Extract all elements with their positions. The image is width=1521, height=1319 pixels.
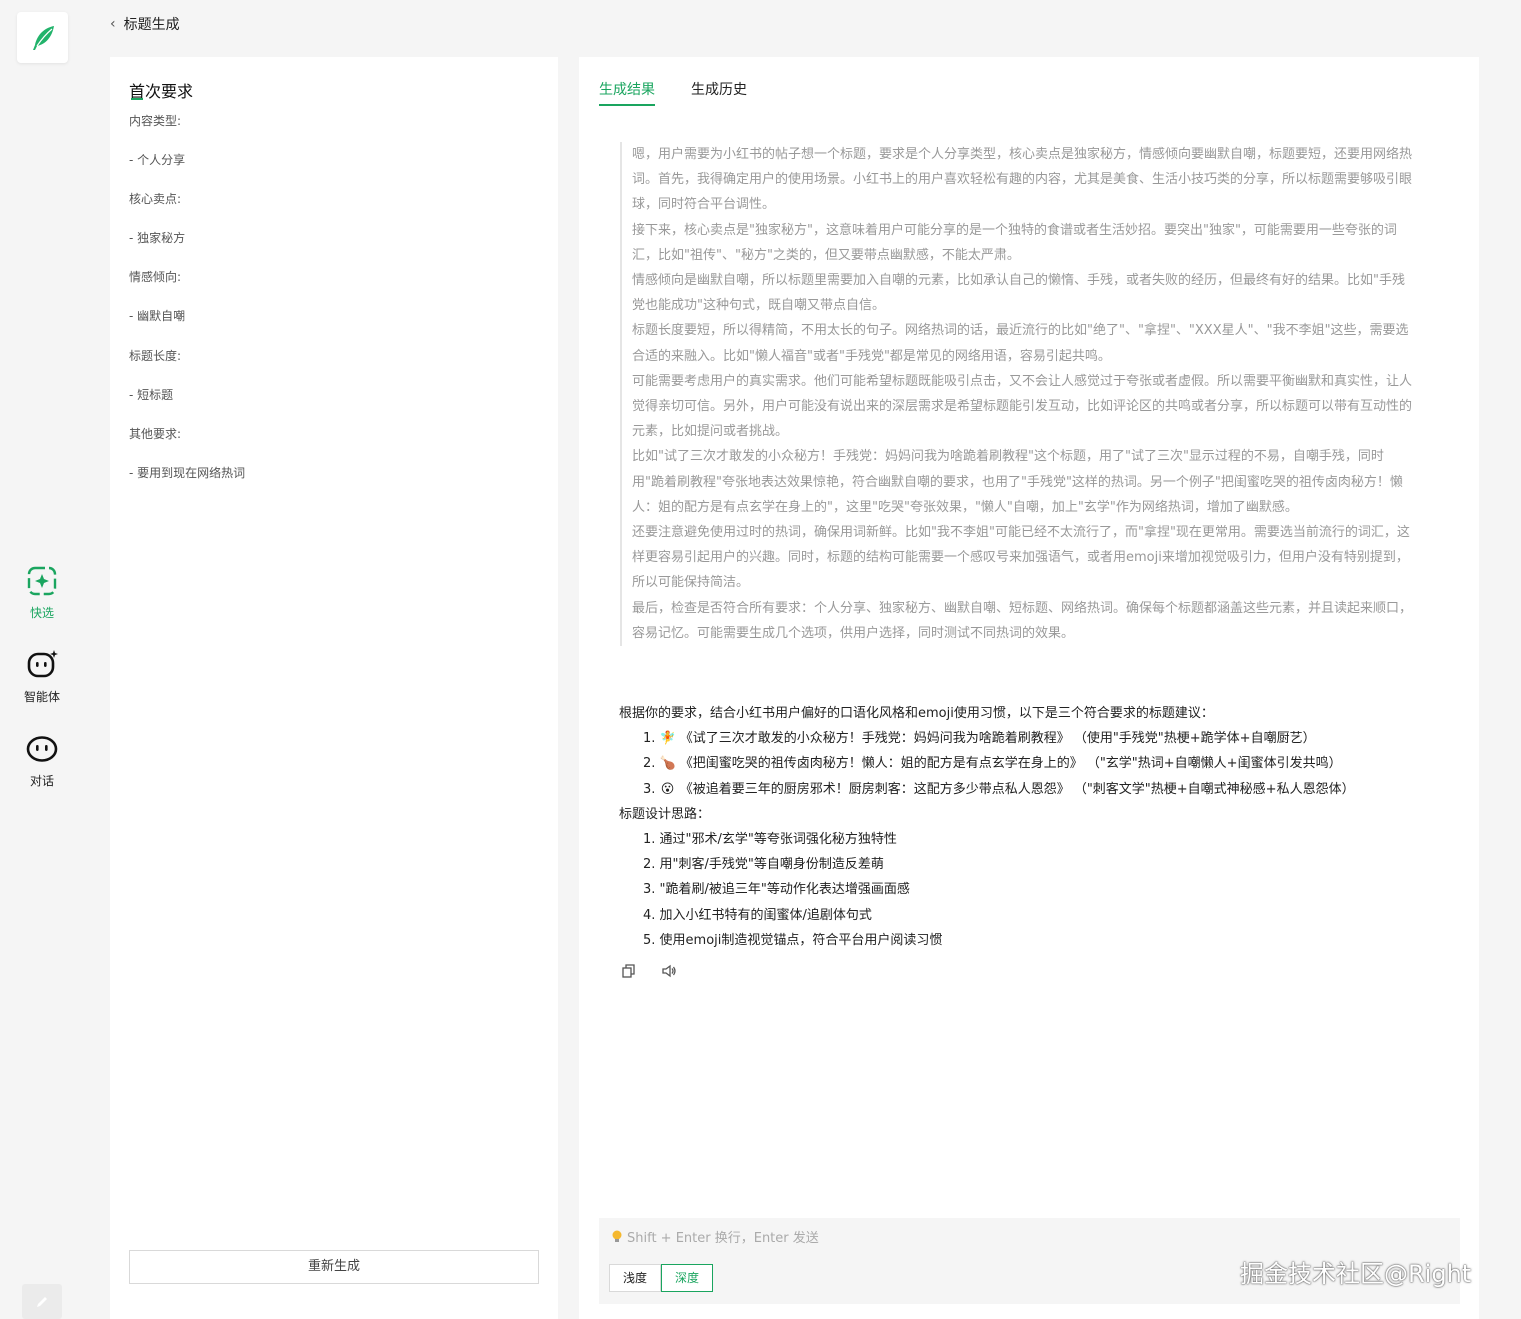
requirement-line: 内容类型: [129, 114, 182, 128]
speaker-icon[interactable] [661, 963, 677, 979]
back-link[interactable]: ‹ 标题生成 [110, 14, 180, 34]
rail-item-quick-select[interactable]: 快选 [0, 564, 84, 621]
thinking-paragraph: 情感倾向是幽默自嘲，所以标题里需要加入自嘲的元素，比如承认自己的懒惰、手残，或者… [632, 273, 1405, 314]
lightbulb-icon [612, 1230, 622, 1242]
edit-button[interactable] [22, 1284, 62, 1319]
suggestion-number: 3. [643, 781, 656, 797]
requirement-line: - 短标题 [129, 387, 174, 402]
tab-history[interactable]: 生成历史 [691, 79, 747, 106]
depth-mode-toggle: 浅度 深度 [609, 1264, 714, 1292]
requirements-title: 首次要求 [129, 78, 193, 102]
page-title: 标题生成 [123, 17, 180, 33]
pencil-icon [37, 1296, 47, 1307]
suggestion-number: 1. [643, 731, 656, 747]
rail-item-label: 智能体 [23, 690, 60, 704]
thinking-paragraph: 比如"试了三次才敢发的小众秘方！手残党：妈妈问我为啥跪着刷教程"这个标题，用了"… [632, 449, 1403, 515]
rail-item-label: 快选 [29, 606, 54, 620]
title-underline [131, 98, 143, 100]
suggestion-item: 3. 😮 《被追着要三年的厨房邪术！厨房刺客：这配方多少带点私人恩怨》 （"刺客… [619, 777, 1439, 802]
copy-icon[interactable] [621, 963, 637, 979]
thinking-paragraph: 还要注意避免使用过时的热词，确保用词新鲜。比如"我不李姐"可能已经不太流行了，而… [632, 525, 1410, 591]
design-title: 标题设计思路： [619, 806, 711, 822]
design-point: 2. 用"刺客/手残党"等自嘲身份制造反差萌 [643, 857, 884, 873]
suggestion-number: 2. [643, 756, 656, 772]
thinking-block: 嗯，用户需要为小红书的帖子想一个标题，要求是个人分享类型，核心卖点是独家秘方，情… [620, 142, 1413, 647]
suggestion-text: 《试了三次才敢发的小众秘方！手残党：妈妈问我为啥跪着刷教程》 （使用"手残党"热… [679, 731, 1316, 747]
design-point: 3. "跪着刷/被追三年"等动作化表达增强画面感 [643, 882, 910, 898]
chat-icon [26, 736, 58, 762]
mode-shallow-button[interactable]: 浅度 [609, 1264, 662, 1292]
watermark: 掘金技术社区@Right [1240, 1260, 1472, 1288]
result-panel: 生成结果 生成历史 嗯，用户需要为小红书的帖子想一个标题，要求是个人分享类型，核… [579, 57, 1479, 1319]
answer-block: 根据你的要求，结合小红书用户偏好的口语化风格和emoji使用习惯，以下是三个符合… [619, 701, 1439, 953]
chevron-left-icon: ‹ [110, 16, 116, 32]
requirements-list: 内容类型: - 个人分享 核心卖点: - 独家秘方 情感倾向: - 幽默自嘲 标… [129, 113, 529, 504]
suggestion-item: 2. 🍗 《把闺蜜吃哭的祖传卤肉秘方！懒人：姐的配方是有点玄学在身上的》 （"玄… [619, 751, 1439, 776]
placeholder-text: Shift + Enter 换行，Enter 发送 [627, 1231, 819, 1246]
requirement-line: - 幽默自嘲 [129, 309, 186, 324]
fairy-emoji-icon: 🧚 [659, 731, 676, 747]
drumstick-emoji-icon: 🍗 [659, 756, 676, 772]
requirements-panel: 首次要求 内容类型: - 个人分享 核心卖点: - 独家秘方 情感倾向: - 幽… [110, 57, 558, 1319]
requirement-line: 标题长度: [129, 348, 182, 363]
requirement-line: - 要用到现在网络热词 [129, 465, 246, 480]
requirement-line: - 个人分享 [129, 153, 186, 168]
suggestion-text: 《把闺蜜吃哭的祖传卤肉秘方！懒人：姐的配方是有点玄学在身上的》 （"玄学"热词+… [679, 756, 1342, 772]
thinking-paragraph: 接下来，核心卖点是"独家秘方"，这意味着用户可能分享的是一个独特的食谱或者生活妙… [632, 222, 1397, 263]
thinking-paragraph: 可能需要考虑用户的真实需求。他们可能希望标题既能吸引点击，又不会让人感觉过于夸张… [632, 373, 1413, 440]
requirement-line: - 独家秘方 [129, 231, 186, 246]
rail-item-agent[interactable]: 智能体 [0, 648, 84, 705]
quick-select-icon [27, 566, 57, 596]
app-logo[interactable] [17, 12, 68, 63]
mode-deep-button[interactable]: 深度 [661, 1264, 714, 1292]
answer-actions [621, 963, 677, 979]
tab-result[interactable]: 生成结果 [599, 79, 655, 106]
rail-item-chat[interactable]: 对话 [0, 732, 84, 789]
regenerate-button[interactable]: 重新生成 [129, 1250, 539, 1284]
left-rail: 快选 智能体 对话 [0, 0, 84, 1319]
requirement-line: 情感倾向: [129, 270, 182, 285]
thinking-paragraph: 嗯，用户需要为小红书的帖子想一个标题，要求是个人分享类型，核心卖点是独家秘方，情… [632, 147, 1413, 213]
result-tabs: 生成结果 生成历史 [599, 79, 747, 106]
design-point: 5. 使用emoji制造视觉锚点，符合平台用户阅读习惯 [643, 932, 943, 948]
rail-item-label: 对话 [29, 774, 54, 788]
design-point: 1. 通过"邪术/玄学"等夸张词强化秘方独特性 [643, 832, 897, 848]
input-placeholder: Shift + Enter 换行，Enter 发送 [611, 1227, 819, 1246]
suggestion-text: 《被追着要三年的厨房邪术！厨房刺客：这配方多少带点私人恩怨》 （"刺客文学"热梗… [679, 781, 1355, 797]
requirement-line: 其他要求: [129, 426, 182, 441]
thinking-paragraph: 标题长度要短，所以得精简，不用太长的句子。网络热词的话，最近流行的比如"绝了"、… [632, 323, 1409, 364]
suggestion-item: 1. 🧚 《试了三次才敢发的小众秘方！手残党：妈妈问我为啥跪着刷教程》 （使用"… [619, 726, 1439, 751]
requirement-line: 核心卖点: [129, 192, 182, 207]
feather-logo-icon [32, 25, 54, 50]
agent-icon [27, 650, 58, 678]
thinking-paragraph: 最后，检查是否符合所有要求：个人分享、独家秘方、幽默自嘲、短标题、网络热词。确保… [632, 600, 1413, 641]
design-point: 4. 加入小红书特有的闺蜜体/追剧体句式 [643, 907, 872, 923]
answer-intro: 根据你的要求，结合小红书用户偏好的口语化风格和emoji使用习惯，以下是三个符合… [619, 706, 1214, 721]
surprised-face-emoji-icon: 😮 [660, 781, 675, 797]
